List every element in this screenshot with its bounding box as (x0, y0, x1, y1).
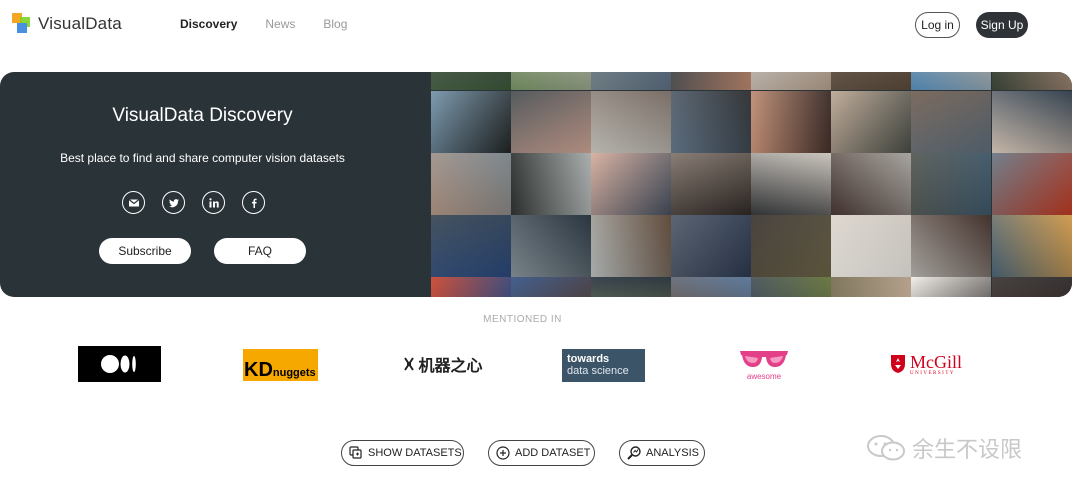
twitter-icon[interactable] (162, 191, 185, 214)
brand-logo[interactable]: VisualData (12, 13, 122, 35)
dataset-thumbnail[interactable] (751, 215, 831, 277)
dataset-thumbnail[interactable] (992, 91, 1072, 153)
dataset-thumbnail[interactable] (911, 91, 991, 153)
magnifier-icon (627, 446, 641, 460)
towards-data-science-logo[interactable]: towards data science (562, 349, 645, 382)
dataset-thumbnail[interactable] (671, 215, 751, 277)
nav-link-news[interactable]: News (265, 17, 295, 31)
linkedin-icon[interactable] (202, 191, 225, 214)
hero-title: VisualData Discovery (112, 105, 293, 126)
wechat-watermark: 余生不设限 (866, 432, 1022, 464)
tds-line2: data science (567, 365, 629, 377)
signup-button[interactable]: Sign Up (976, 12, 1028, 38)
dataset-thumbnail[interactable] (992, 153, 1072, 215)
login-button[interactable]: Log in (915, 12, 960, 38)
dataset-thumbnail[interactable] (671, 153, 751, 215)
sunglasses-icon (740, 351, 788, 367)
dataset-thumbnail[interactable] (751, 91, 831, 153)
dataset-thumbnail[interactable] (831, 277, 911, 297)
email-icon[interactable] (122, 191, 145, 214)
hero-info-panel: VisualData Discovery Best place to find … (0, 72, 431, 297)
kdnuggets-logo[interactable]: KD nuggets (243, 349, 318, 381)
dataset-thumbnail[interactable] (751, 277, 831, 297)
dataset-thumbnail[interactable] (591, 215, 671, 277)
dataset-thumbnail[interactable] (431, 277, 511, 297)
jiqizhixin-icon (404, 357, 415, 371)
jiqizhixin-logo[interactable]: 机器之心 (398, 346, 488, 382)
medium-icon (100, 355, 136, 373)
nav-link-discovery[interactable]: Discovery (180, 17, 237, 31)
dataset-image-mosaic (431, 72, 1072, 297)
dataset-thumbnail[interactable] (992, 277, 1072, 297)
visualdata-logo-icon (12, 13, 32, 35)
dataset-thumbnail[interactable] (992, 72, 1072, 90)
dataset-thumbnail[interactable] (591, 153, 671, 215)
dataset-thumbnail[interactable] (671, 91, 751, 153)
dataset-thumbnail[interactable] (751, 153, 831, 215)
kdnuggets-logo-nuggets: nuggets (272, 367, 316, 379)
dataset-thumbnail[interactable] (511, 215, 591, 277)
brand-name: VisualData (38, 14, 122, 33)
wechat-icon (867, 435, 905, 461)
watermark-text: 余生不设限 (912, 437, 1023, 462)
dataset-thumbnail[interactable] (751, 72, 831, 90)
jiqizhixin-text: 机器之心 (418, 358, 483, 375)
mcgill-wordmark: McGill UNIVERSITY (910, 353, 962, 376)
tds-line1: towards (567, 353, 610, 365)
dataset-thumbnail[interactable] (831, 72, 911, 90)
facebook-icon[interactable] (242, 191, 265, 214)
dataset-thumbnail[interactable] (911, 215, 991, 277)
hero-banner: VisualData Discovery Best place to find … (0, 72, 1072, 297)
subscribe-button[interactable]: Subscribe (99, 238, 191, 264)
dataset-thumbnail[interactable] (511, 91, 591, 153)
analysis-button[interactable]: ANALYSIS (619, 440, 705, 466)
awesome-logo[interactable]: awesome (738, 346, 790, 382)
mentioned-in-label: MENTIONED IN (483, 314, 562, 325)
dataset-thumbnail[interactable] (911, 277, 991, 297)
dataset-thumbnail[interactable] (911, 153, 991, 215)
dataset-thumbnail[interactable] (511, 72, 591, 90)
dataset-thumbnail[interactable] (511, 277, 591, 297)
show-datasets-label: SHOW DATASETS (368, 447, 462, 459)
add-dataset-label: ADD DATASET (515, 447, 591, 459)
dataset-thumbnail[interactable] (591, 91, 671, 153)
dataset-thumbnail[interactable] (831, 91, 911, 153)
dataset-thumbnail[interactable] (431, 72, 511, 90)
dataset-thumbnail[interactable] (831, 153, 911, 215)
dataset-thumbnail[interactable] (992, 215, 1072, 277)
mcgill-crest-icon (891, 355, 905, 373)
dataset-thumbnail[interactable] (591, 277, 671, 297)
nav-links: Discovery News Blog (180, 17, 347, 31)
hero-subtitle: Best place to find and share computer vi… (60, 151, 345, 165)
top-nav: VisualData Discovery News Blog Log in Si… (0, 0, 1080, 50)
mcgill-line1: McGill (910, 351, 962, 372)
dataset-thumbnail[interactable] (911, 72, 991, 90)
dataset-thumbnail[interactable] (431, 91, 511, 153)
show-datasets-button[interactable]: SHOW DATASETS (341, 440, 464, 466)
medium-logo[interactable] (78, 346, 161, 382)
dataset-thumbnail[interactable] (831, 215, 911, 277)
dataset-thumbnail[interactable] (671, 277, 751, 297)
add-dataset-button[interactable]: ADD DATASET (488, 440, 595, 466)
faq-button[interactable]: FAQ (214, 238, 306, 264)
dataset-thumbnail[interactable] (431, 153, 511, 215)
dataset-thumbnail[interactable] (591, 72, 671, 90)
dataset-thumbnail[interactable] (511, 153, 591, 215)
add-circle-icon (496, 446, 510, 460)
datasets-stack-icon (349, 446, 362, 459)
dataset-thumbnail[interactable] (431, 215, 511, 277)
mcgill-line2: UNIVERSITY (910, 370, 955, 376)
kdnuggets-logo-kd: KD (244, 359, 273, 381)
mcgill-logo[interactable]: McGill UNIVERSITY (885, 346, 967, 382)
analysis-label: ANALYSIS (646, 447, 699, 459)
dataset-thumbnail[interactable] (671, 72, 751, 90)
awesome-text: awesome (746, 372, 782, 381)
social-links (122, 191, 265, 214)
nav-link-blog[interactable]: Blog (323, 17, 347, 31)
